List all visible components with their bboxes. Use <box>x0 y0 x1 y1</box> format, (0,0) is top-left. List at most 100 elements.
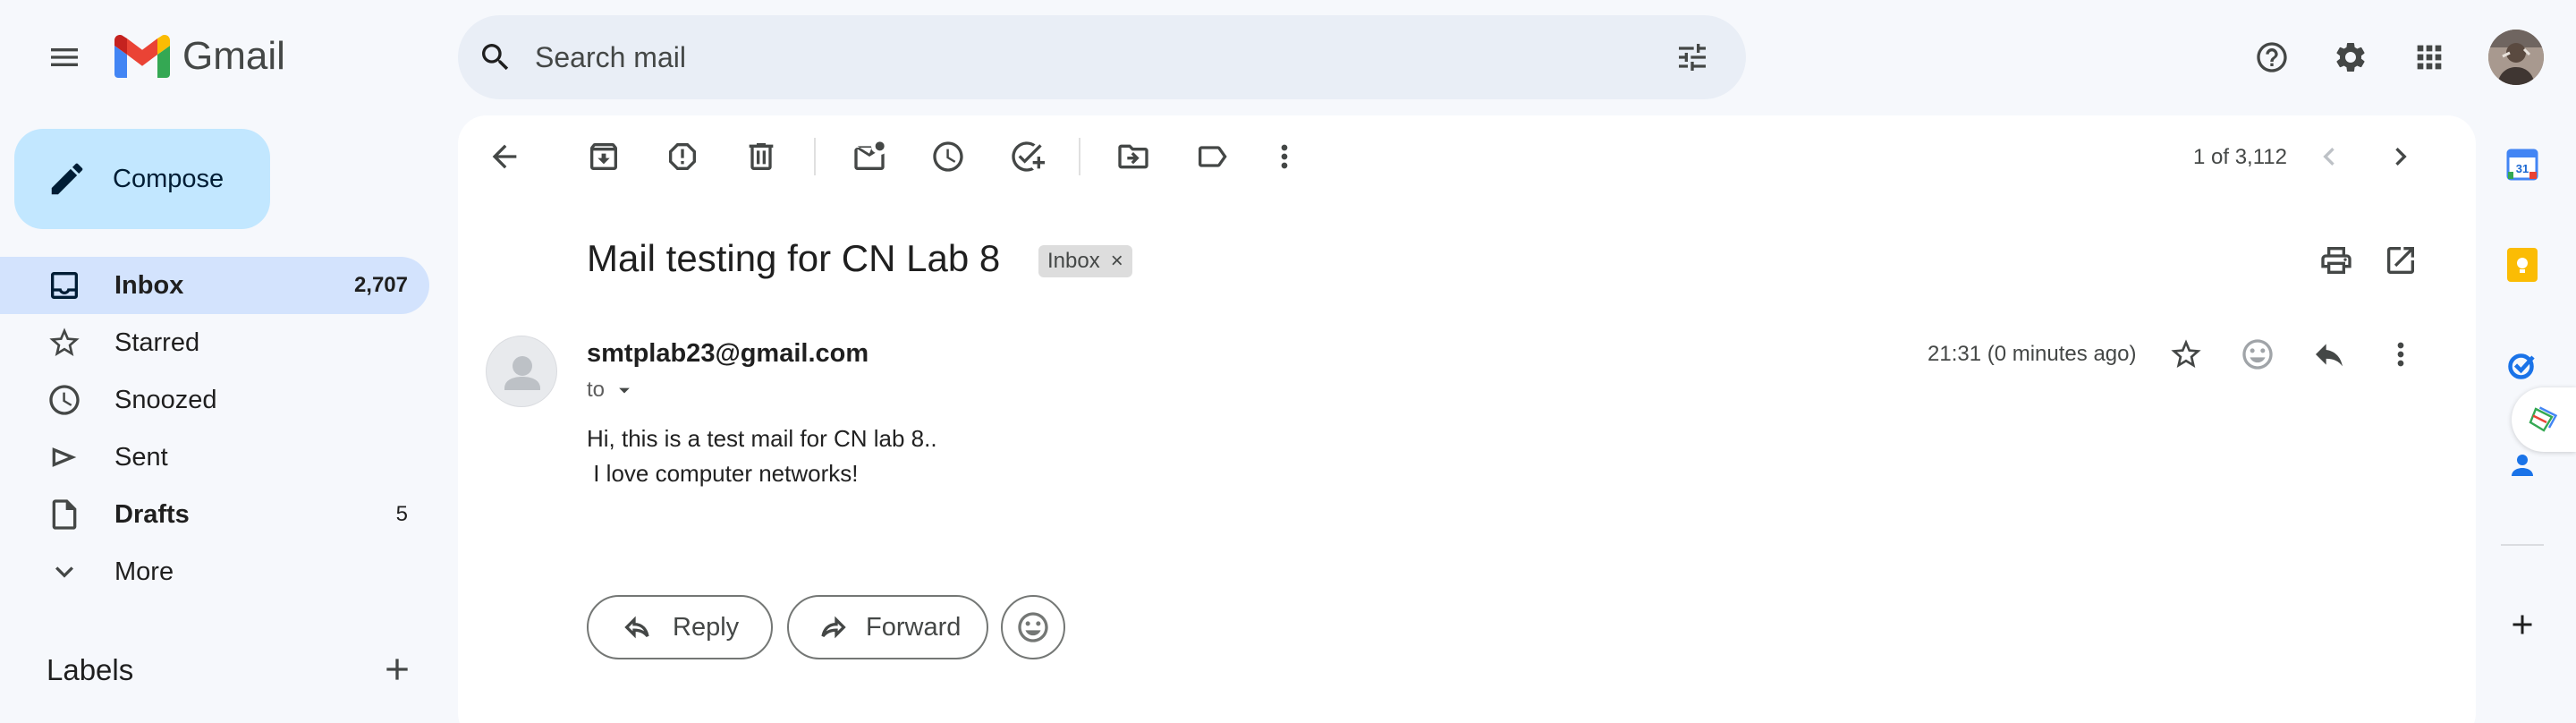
remove-label-icon[interactable]: × <box>1111 249 1123 274</box>
archive-button[interactable] <box>573 126 634 187</box>
message-body-line: I love computer networks! <box>587 460 859 487</box>
calendar-app-button[interactable]: 31 <box>2501 143 2544 186</box>
sidebar-item-inbox[interactable]: Inbox 2,707 <box>0 257 429 314</box>
reply-icon <box>2316 344 2343 367</box>
sidebar-item-label: Starred <box>114 327 200 357</box>
account-avatar[interactable] <box>2488 30 2544 85</box>
compose-button[interactable]: Compose <box>14 129 270 229</box>
print-all-button[interactable] <box>2306 230 2367 291</box>
sidebar-item-snoozed[interactable]: Snoozed <box>0 371 429 429</box>
clock-icon <box>49 385 80 415</box>
emoji-reaction-button[interactable] <box>1001 595 1065 659</box>
draft-file-icon <box>52 499 77 530</box>
rail-divider <box>2501 544 2544 546</box>
main-menu-button[interactable] <box>34 27 95 88</box>
compose-label: Compose <box>113 164 225 193</box>
recipients-toggle[interactable]: to <box>587 378 637 403</box>
send-icon <box>52 447 77 467</box>
search-button[interactable] <box>478 39 513 75</box>
reply-label: Reply <box>673 612 740 642</box>
newer-button[interactable] <box>2299 126 2360 187</box>
search-bar[interactable] <box>458 15 1746 99</box>
open-in-new-icon <box>2387 247 2414 274</box>
message-subject: Mail testing for CN Lab 8 <box>587 237 1001 279</box>
apps-grid-icon <box>2417 45 2442 70</box>
calendar-icon: 31 <box>2506 149 2538 181</box>
sidebar-item-label: Inbox <box>114 270 184 300</box>
add-reaction-button[interactable] <box>2227 324 2288 385</box>
sidebar-item-label: Snoozed <box>114 385 217 414</box>
emoji-icon <box>1018 612 1048 642</box>
report-icon <box>669 143 696 170</box>
pagination-text: 1 of 3,112 <box>2193 145 2287 169</box>
get-addons-button[interactable] <box>2501 603 2544 646</box>
star-outline-icon <box>2171 339 2201 368</box>
add-task-icon <box>1012 141 1045 172</box>
clock-icon <box>933 141 963 172</box>
keep-app-button[interactable] <box>2501 243 2544 286</box>
back-button[interactable] <box>474 126 535 187</box>
contacts-app-button[interactable] <box>2501 444 2544 487</box>
calendar-day: 31 <box>2516 162 2529 175</box>
toolbar-divider <box>1079 138 1080 175</box>
reply-icon-button[interactable] <box>2299 324 2360 385</box>
help-icon <box>2257 42 2287 72</box>
trash-icon <box>749 143 774 170</box>
message-body-line: Hi, this is a test mail for CN lab 8.. <box>587 425 937 452</box>
older-button[interactable] <box>2370 126 2431 187</box>
draft-count: 5 <box>395 502 408 526</box>
tasks-icon <box>2508 353 2535 379</box>
contacts-icon <box>2512 455 2533 476</box>
tune-icon <box>1679 44 1706 71</box>
arrow-back-icon <box>492 144 517 169</box>
reply-button[interactable]: Reply <box>587 595 773 659</box>
reply-icon <box>624 616 649 639</box>
plus-icon <box>386 659 408 680</box>
chip-label: Inbox <box>1047 249 1100 273</box>
keep-icon <box>2507 248 2538 282</box>
archive-icon <box>590 143 617 170</box>
create-label-button[interactable] <box>367 639 428 700</box>
google-apps-button[interactable] <box>2399 27 2460 88</box>
inbox-icon <box>51 272 78 299</box>
sender-avatar[interactable] <box>486 336 557 407</box>
unread-count: 2,707 <box>353 273 408 297</box>
forward-label: Forward <box>866 612 962 642</box>
open-new-window-button[interactable] <box>2370 230 2431 291</box>
message-more-button[interactable] <box>2370 324 2431 385</box>
move-to-button[interactable] <box>1103 126 1164 187</box>
sidebar-item-more[interactable]: More <box>0 543 429 600</box>
sender-email[interactable]: smtplab23@gmail.com <box>587 339 869 369</box>
forward-button[interactable]: Forward <box>787 595 988 659</box>
sidebar-item-starred[interactable]: Starred <box>0 314 429 371</box>
sidebar-item-label: More <box>114 557 174 586</box>
add-to-tasks-button[interactable] <box>996 126 1057 187</box>
more-options-button[interactable] <box>1254 126 1315 187</box>
sidebar-item-label: Sent <box>114 442 168 472</box>
chevron-right-icon <box>2395 148 2407 166</box>
search-input[interactable] <box>535 37 1608 78</box>
label-icon <box>1199 146 1227 167</box>
labels-heading: Labels <box>47 653 134 686</box>
star-message-button[interactable] <box>2156 324 2216 385</box>
labels-button[interactable] <box>1182 126 1242 187</box>
report-spam-button[interactable] <box>652 126 713 187</box>
profile-photo-icon <box>2488 30 2544 85</box>
search-options-button[interactable] <box>1674 39 1710 75</box>
addon-app-button[interactable] <box>2512 387 2576 452</box>
pencil-icon <box>51 163 83 195</box>
support-button[interactable] <box>2241 27 2302 88</box>
message-time: 21:31 (0 minutes ago) <box>1928 342 2137 366</box>
mark-unread-button[interactable] <box>839 126 900 187</box>
gmail-m-icon <box>114 35 170 78</box>
print-icon <box>2321 247 2351 274</box>
delete-button[interactable] <box>731 126 792 187</box>
tasks-app-button[interactable] <box>2501 344 2544 387</box>
sidebar-item-sent[interactable]: Sent <box>0 429 429 486</box>
settings-button[interactable] <box>2320 27 2381 88</box>
inbox-label-chip[interactable]: Inbox × <box>1038 245 1132 277</box>
sidebar-item-drafts[interactable]: Drafts 5 <box>0 486 429 543</box>
gmail-logo[interactable]: Gmail <box>114 34 285 79</box>
forward-icon <box>821 616 846 639</box>
snooze-button[interactable] <box>918 126 979 187</box>
